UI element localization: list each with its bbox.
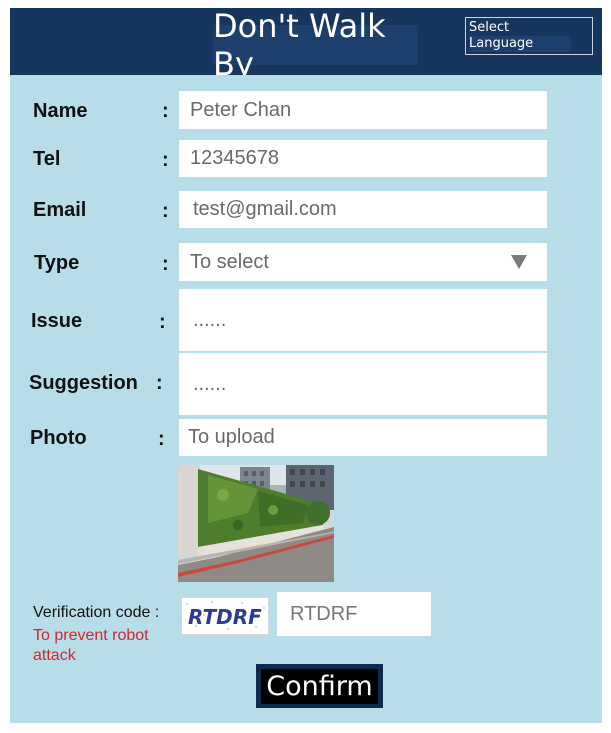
tel-label: Tel bbox=[33, 148, 61, 170]
name-colon: : bbox=[162, 100, 169, 122]
photo-upload-field[interactable]: To upload bbox=[179, 419, 547, 456]
type-select[interactable]: To select bbox=[179, 243, 547, 281]
app-header: Don't Walk By Select Language bbox=[10, 7, 602, 83]
app-title: Don't Walk By bbox=[213, 7, 418, 83]
suggestion-colon: : bbox=[156, 372, 163, 394]
email-field[interactable]: test@gmail.com bbox=[179, 191, 547, 228]
suggestion-label: Suggestion bbox=[29, 372, 138, 394]
captcha-input[interactable]: RTDRF bbox=[277, 592, 431, 636]
language-selector[interactable]: Select Language bbox=[465, 17, 593, 55]
dropdown-arrow-icon[interactable] bbox=[511, 255, 527, 269]
tel-field[interactable]: 12345678 bbox=[179, 140, 547, 177]
language-label-line2: Language bbox=[469, 36, 572, 52]
issue-textarea[interactable]: ...... bbox=[179, 289, 547, 351]
issue-colon: : bbox=[159, 311, 166, 333]
photo-colon: : bbox=[158, 428, 165, 450]
language-label-line1: Select bbox=[469, 20, 510, 35]
email-label: Email bbox=[33, 199, 87, 221]
verification-label: Verification code : bbox=[33, 604, 160, 621]
suggestion-textarea[interactable]: ...... bbox=[179, 353, 547, 415]
confirm-button[interactable]: Confirm bbox=[256, 664, 383, 708]
confirm-label: Confirm bbox=[261, 668, 378, 704]
form-panel: Name : Peter Chan Tel : 12345678 Email :… bbox=[10, 75, 602, 723]
photo-label: Photo bbox=[30, 427, 87, 449]
tel-colon: : bbox=[162, 149, 169, 171]
verification-note: To prevent robot attack bbox=[33, 627, 149, 664]
name-label: Name bbox=[33, 100, 88, 122]
issue-label: Issue bbox=[31, 310, 83, 332]
type-select-value: To select bbox=[190, 250, 269, 273]
type-label: Type bbox=[34, 252, 80, 274]
captcha-image: RTDRF bbox=[181, 597, 269, 635]
captcha-text: RTDRF bbox=[188, 605, 262, 629]
name-field[interactable]: Peter Chan bbox=[179, 91, 547, 129]
email-colon: : bbox=[162, 200, 169, 222]
type-colon: : bbox=[162, 253, 169, 275]
photo-preview bbox=[178, 465, 334, 582]
